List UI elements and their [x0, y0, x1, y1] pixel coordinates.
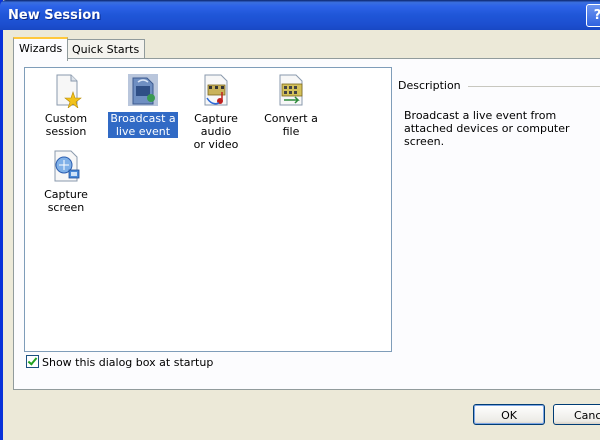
tab-quick-starts-label: Quick Starts: [72, 43, 140, 56]
wizard-item-label: Broadcast a live event: [108, 112, 178, 138]
wizard-item-label: Capture audio or video: [193, 112, 239, 151]
capture-screen-icon: [49, 148, 83, 184]
wizards-tab-panel: Custom session Broadcast a live event Ca…: [13, 58, 600, 390]
convert-file-icon: [274, 72, 308, 108]
broadcast-icon: [126, 72, 160, 108]
tab-wizards[interactable]: Wizards: [13, 37, 69, 61]
show-at-startup-checkbox[interactable]: [26, 355, 39, 368]
wizard-item-capture-screen[interactable]: Capture screen: [28, 148, 104, 214]
wizard-list[interactable]: Custom session Broadcast a live event Ca…: [24, 67, 392, 352]
new-session-dialog: New Session ? Wizards Quick Starts Custo…: [0, 0, 600, 440]
description-text: Broadcast a live event from attached dev…: [404, 109, 570, 148]
wizard-item-label: Capture screen: [44, 188, 88, 214]
cancel-button[interactable]: Cance: [553, 404, 600, 425]
show-at-startup-option[interactable]: Show this dialog box at startup: [26, 355, 213, 369]
wizard-item-capture-audio-video[interactable]: Capture audio or video: [178, 72, 254, 151]
wizard-item-label: Convert a file: [264, 112, 318, 138]
help-button[interactable]: ?: [586, 4, 600, 27]
capture-av-icon: [199, 72, 233, 108]
wizard-item-custom-session[interactable]: Custom session: [28, 72, 104, 138]
ok-button[interactable]: OK: [473, 404, 545, 425]
description-divider: [468, 86, 600, 87]
custom-session-icon: [49, 72, 83, 109]
description-heading: Description: [398, 79, 461, 92]
wizard-item-convert-file[interactable]: Convert a file: [253, 72, 329, 138]
tab-quick-starts[interactable]: Quick Starts: [66, 39, 146, 60]
show-at-startup-label: Show this dialog box at startup: [42, 356, 214, 369]
dialog-title: New Session: [8, 8, 101, 23]
wizard-item-broadcast-live-event[interactable]: Broadcast a live event: [105, 72, 181, 138]
wizard-item-label: Custom session: [44, 112, 88, 138]
tab-wizards-label: Wizards: [19, 42, 63, 55]
title-bar[interactable]: New Session ?: [0, 0, 600, 30]
